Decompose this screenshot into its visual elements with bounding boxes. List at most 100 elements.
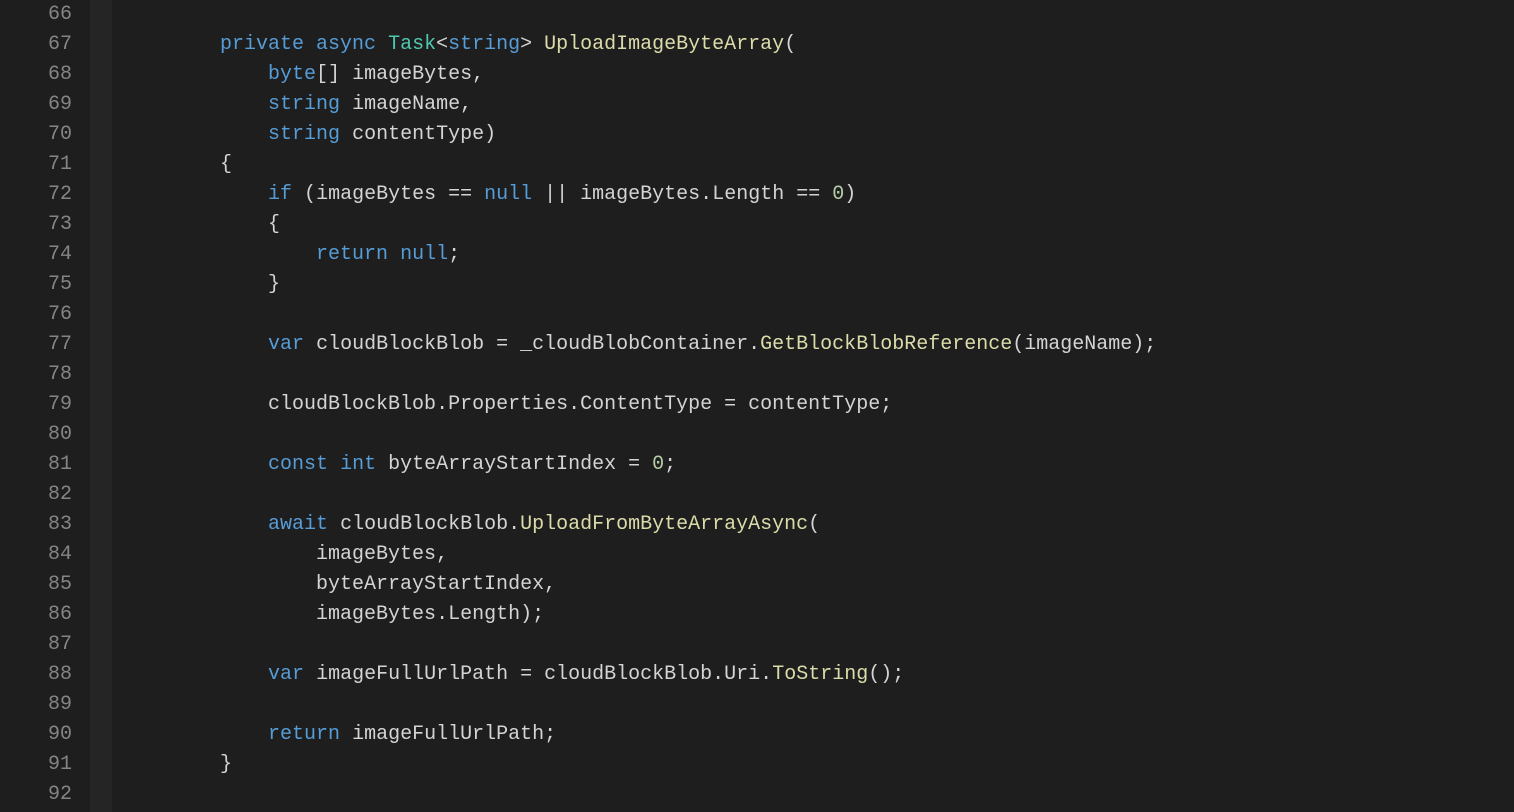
code-token: .: [760, 663, 772, 686]
line-number-gutter: 6667686970717273747576777879808182838485…: [0, 0, 90, 812]
code-line[interactable]: [124, 480, 1514, 510]
code-token: [376, 453, 388, 476]
line-number: 81: [0, 450, 72, 480]
code-line[interactable]: if (imageBytes == null || imageBytes.Len…: [124, 180, 1514, 210]
line-number: 82: [0, 480, 72, 510]
code-token: .: [748, 333, 760, 356]
code-token: Uri: [724, 663, 760, 686]
line-number: 86: [0, 600, 72, 630]
code-token: imageFullUrlPath: [352, 723, 544, 746]
code-line[interactable]: [124, 630, 1514, 660]
code-line[interactable]: imageBytes,: [124, 540, 1514, 570]
code-token: async: [316, 33, 376, 56]
code-token: []: [316, 63, 352, 86]
code-token: ;: [544, 723, 556, 746]
code-line[interactable]: return null;: [124, 240, 1514, 270]
code-token: Task: [388, 33, 436, 56]
code-token: .: [436, 393, 448, 416]
code-line[interactable]: private async Task<string> UploadImageBy…: [124, 30, 1514, 60]
line-number: 84: [0, 540, 72, 570]
code-token: string: [268, 123, 340, 146]
code-token: if: [268, 183, 292, 206]
code-token: [124, 63, 268, 86]
code-line[interactable]: return imageFullUrlPath;: [124, 720, 1514, 750]
line-number: 91: [0, 750, 72, 780]
code-token: null: [484, 183, 532, 206]
code-token: .: [436, 603, 448, 626]
line-number: 71: [0, 150, 72, 180]
code-token: );: [1132, 333, 1156, 356]
code-line[interactable]: byte[] imageBytes,: [124, 60, 1514, 90]
code-token: =: [616, 453, 652, 476]
code-token: ;: [880, 393, 892, 416]
code-token: imageBytes: [352, 63, 472, 86]
code-token: [124, 93, 268, 116]
line-number: 92: [0, 780, 72, 810]
code-token: imageName: [352, 93, 460, 116]
code-token: [124, 243, 316, 266]
code-token: UploadFromByteArrayAsync: [520, 513, 808, 536]
code-token: }: [124, 753, 232, 776]
code-token: byteArrayStartIndex: [316, 573, 544, 596]
code-token: [304, 33, 316, 56]
code-area[interactable]: private async Task<string> UploadImageBy…: [112, 0, 1514, 812]
code-line[interactable]: var imageFullUrlPath = cloudBlockBlob.Ur…: [124, 660, 1514, 690]
code-token: var: [268, 333, 304, 356]
code-token: ,: [544, 573, 556, 596]
code-token: return: [316, 243, 388, 266]
code-token: Length: [448, 603, 520, 626]
code-line[interactable]: [124, 300, 1514, 330]
code-line[interactable]: string imageName,: [124, 90, 1514, 120]
code-token: .: [700, 183, 712, 206]
code-line[interactable]: {: [124, 150, 1514, 180]
code-token: }: [124, 273, 280, 296]
code-line[interactable]: [124, 420, 1514, 450]
code-token: await: [268, 513, 328, 536]
code-token: [124, 543, 316, 566]
code-line[interactable]: cloudBlockBlob.Properties.ContentType = …: [124, 390, 1514, 420]
code-token: .: [568, 393, 580, 416]
line-number: 83: [0, 510, 72, 540]
code-token: 0: [652, 453, 664, 476]
code-line[interactable]: [124, 360, 1514, 390]
code-line[interactable]: [124, 0, 1514, 30]
code-token: ContentType: [580, 393, 712, 416]
code-token: (: [1012, 333, 1024, 356]
line-number: 70: [0, 120, 72, 150]
code-line[interactable]: }: [124, 270, 1514, 300]
code-token: ;: [664, 453, 676, 476]
code-token: ,: [436, 543, 448, 566]
code-line[interactable]: {: [124, 210, 1514, 240]
code-token: return: [268, 723, 340, 746]
code-token: {: [124, 153, 232, 176]
code-line[interactable]: byteArrayStartIndex,: [124, 570, 1514, 600]
code-token: [124, 453, 268, 476]
code-token: cloudBlockBlob: [268, 393, 436, 416]
code-line[interactable]: string contentType): [124, 120, 1514, 150]
code-token: [340, 723, 352, 746]
code-token: contentType: [748, 393, 880, 416]
code-token: ToString: [772, 663, 868, 686]
code-token: [124, 393, 268, 416]
code-token: );: [520, 603, 544, 626]
code-token: imageBytes: [316, 603, 436, 626]
line-number: 79: [0, 390, 72, 420]
line-number: 68: [0, 60, 72, 90]
code-token: [124, 663, 268, 686]
code-token: byte: [268, 63, 316, 86]
code-editor[interactable]: 6667686970717273747576777879808182838485…: [0, 0, 1514, 812]
code-line[interactable]: const int byteArrayStartIndex = 0;: [124, 450, 1514, 480]
code-line[interactable]: [124, 690, 1514, 720]
code-line[interactable]: [124, 780, 1514, 810]
code-token: [124, 33, 220, 56]
code-line[interactable]: }: [124, 750, 1514, 780]
code-token: [328, 513, 340, 536]
line-number: 66: [0, 0, 72, 30]
line-number: 85: [0, 570, 72, 600]
line-number: 80: [0, 420, 72, 450]
code-token: [340, 93, 352, 116]
code-token: null: [400, 243, 448, 266]
code-line[interactable]: await cloudBlockBlob.UploadFromByteArray…: [124, 510, 1514, 540]
code-line[interactable]: var cloudBlockBlob = _cloudBlobContainer…: [124, 330, 1514, 360]
code-line[interactable]: imageBytes.Length);: [124, 600, 1514, 630]
